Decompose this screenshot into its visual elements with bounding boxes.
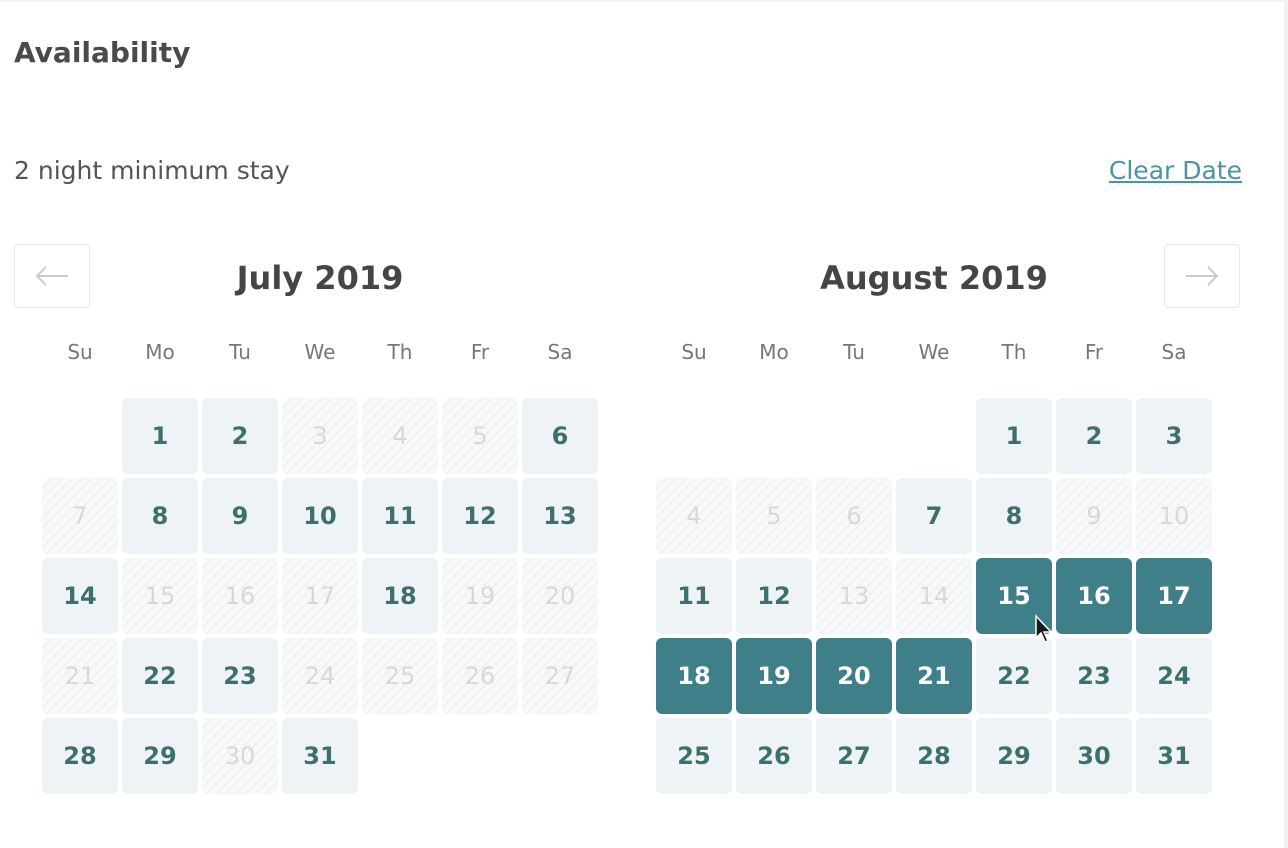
day-cell-available[interactable]: 12 xyxy=(442,478,518,554)
day-cell-blocked: 19 xyxy=(442,558,518,634)
day-cell-selected[interactable]: 17 xyxy=(1136,558,1212,634)
day-cell-available[interactable]: 24 xyxy=(1136,638,1212,714)
day-cell-blocked: 5 xyxy=(736,478,812,554)
day-cell-available[interactable]: 25 xyxy=(656,718,732,794)
minimum-stay-note: 2 night minimum stay xyxy=(14,156,290,185)
section-title: Availability xyxy=(14,36,191,69)
month-august: August 2019 Su Mo Tu We Th Fr Sa 1 2 3 4 5 6 7 8 9 10 11… xyxy=(654,236,1214,796)
weekday-label: Su xyxy=(67,340,93,364)
day-cell-blocked: 7 xyxy=(42,478,118,554)
day-cell-available[interactable]: 12 xyxy=(736,558,812,634)
day-cell-available[interactable]: 11 xyxy=(656,558,732,634)
month-title: August 2019 xyxy=(820,259,1048,297)
mouse-cursor-icon xyxy=(1035,614,1053,643)
day-cell-selected[interactable]: 19 xyxy=(736,638,812,714)
weekday-label: We xyxy=(918,340,950,364)
day-cell-available[interactable]: 2 xyxy=(202,398,278,474)
day-cell-available[interactable]: 30 xyxy=(1056,718,1132,794)
weekday-label: Fr xyxy=(470,340,490,364)
weekday-header: Su Mo Tu We Th Fr Sa xyxy=(40,320,600,384)
day-cell-blocked: 4 xyxy=(362,398,438,474)
day-cell-blocked: 20 xyxy=(522,558,598,634)
day-cell-available[interactable]: 1 xyxy=(122,398,198,474)
day-cell-blocked: 24 xyxy=(282,638,358,714)
clear-date-link[interactable]: Clear Date xyxy=(1109,156,1242,185)
day-cell-available[interactable]: 22 xyxy=(976,638,1052,714)
day-cell-available[interactable]: 8 xyxy=(976,478,1052,554)
weekday-label: Mo xyxy=(145,340,175,364)
empty-cell xyxy=(736,398,812,474)
empty-cell xyxy=(656,398,732,474)
day-cell-available[interactable]: 31 xyxy=(1136,718,1212,794)
day-cell-available[interactable]: 6 xyxy=(522,398,598,474)
day-cell-available[interactable]: 29 xyxy=(122,718,198,794)
day-cell-selected[interactable]: 21 xyxy=(896,638,972,714)
weekday-label: We xyxy=(304,340,336,364)
day-cell-selected[interactable]: 18 xyxy=(656,638,732,714)
weekday-label: Sa xyxy=(547,340,573,364)
day-cell-available[interactable]: 3 xyxy=(1136,398,1212,474)
day-cell-available[interactable]: 27 xyxy=(816,718,892,794)
day-cell-available[interactable]: 2 xyxy=(1056,398,1132,474)
day-grid: 1 2 3 4 5 6 7 8 9 10 11 12 13 14 15 16 17 18 19 20 21 22 23 24 2… xyxy=(654,396,1214,796)
day-cell-blocked: 14 xyxy=(896,558,972,634)
day-cell-available[interactable]: 29 xyxy=(976,718,1052,794)
day-cell-available[interactable]: 28 xyxy=(896,718,972,794)
day-cell-available[interactable]: 23 xyxy=(1056,638,1132,714)
day-cell-blocked: 9 xyxy=(1056,478,1132,554)
day-cell-available[interactable]: 23 xyxy=(202,638,278,714)
day-cell-blocked: 21 xyxy=(42,638,118,714)
day-cell-selected[interactable]: 16 xyxy=(1056,558,1132,634)
day-cell-available[interactable]: 10 xyxy=(282,478,358,554)
day-cell-available[interactable]: 26 xyxy=(736,718,812,794)
day-cell-available[interactable]: 14 xyxy=(42,558,118,634)
day-cell-blocked: 13 xyxy=(816,558,892,634)
month-title: July 2019 xyxy=(236,259,404,297)
day-cell-blocked: 6 xyxy=(816,478,892,554)
empty-cell xyxy=(42,398,118,474)
day-cell-selected[interactable]: 20 xyxy=(816,638,892,714)
day-cell-blocked: 25 xyxy=(362,638,438,714)
weekday-label: Tu xyxy=(843,340,865,364)
top-border xyxy=(0,0,1288,2)
day-cell-blocked: 16 xyxy=(202,558,278,634)
day-cell-blocked: 10 xyxy=(1136,478,1212,554)
scrollbar-track[interactable] xyxy=(1284,0,1288,848)
day-cell-blocked: 26 xyxy=(442,638,518,714)
day-cell-blocked: 5 xyxy=(442,398,518,474)
day-cell-available[interactable]: 1 xyxy=(976,398,1052,474)
day-cell-blocked: 15 xyxy=(122,558,198,634)
empty-cell xyxy=(816,398,892,474)
weekday-header: Su Mo Tu We Th Fr Sa xyxy=(654,320,1214,384)
month-july: July 2019 Su Mo Tu We Th Fr Sa 1 2 3 4 5 6 7 8 9 10 11 12… xyxy=(40,236,600,796)
weekday-label: Th xyxy=(387,340,413,364)
day-cell-available[interactable]: 31 xyxy=(282,718,358,794)
day-cell-blocked: 4 xyxy=(656,478,732,554)
day-cell-available[interactable]: 22 xyxy=(122,638,198,714)
day-cell-available[interactable]: 9 xyxy=(202,478,278,554)
day-cell-available[interactable]: 8 xyxy=(122,478,198,554)
day-cell-blocked: 27 xyxy=(522,638,598,714)
day-grid: 1 2 3 4 5 6 7 8 9 10 11 12 13 14 15 16 17 18 19 20 21 22 23 24 2… xyxy=(40,396,600,796)
day-cell-available[interactable]: 7 xyxy=(896,478,972,554)
day-cell-blocked: 17 xyxy=(282,558,358,634)
weekday-label: Su xyxy=(681,340,707,364)
day-cell-available[interactable]: 28 xyxy=(42,718,118,794)
day-cell-available[interactable]: 18 xyxy=(362,558,438,634)
weekday-label: Tu xyxy=(229,340,251,364)
day-cell-available[interactable]: 13 xyxy=(522,478,598,554)
day-cell-blocked: 30 xyxy=(202,718,278,794)
day-cell-available[interactable]: 11 xyxy=(362,478,438,554)
weekday-label: Th xyxy=(1001,340,1027,364)
day-cell-blocked: 3 xyxy=(282,398,358,474)
weekday-label: Mo xyxy=(759,340,789,364)
weekday-label: Sa xyxy=(1161,340,1187,364)
empty-cell xyxy=(896,398,972,474)
weekday-label: Fr xyxy=(1084,340,1104,364)
